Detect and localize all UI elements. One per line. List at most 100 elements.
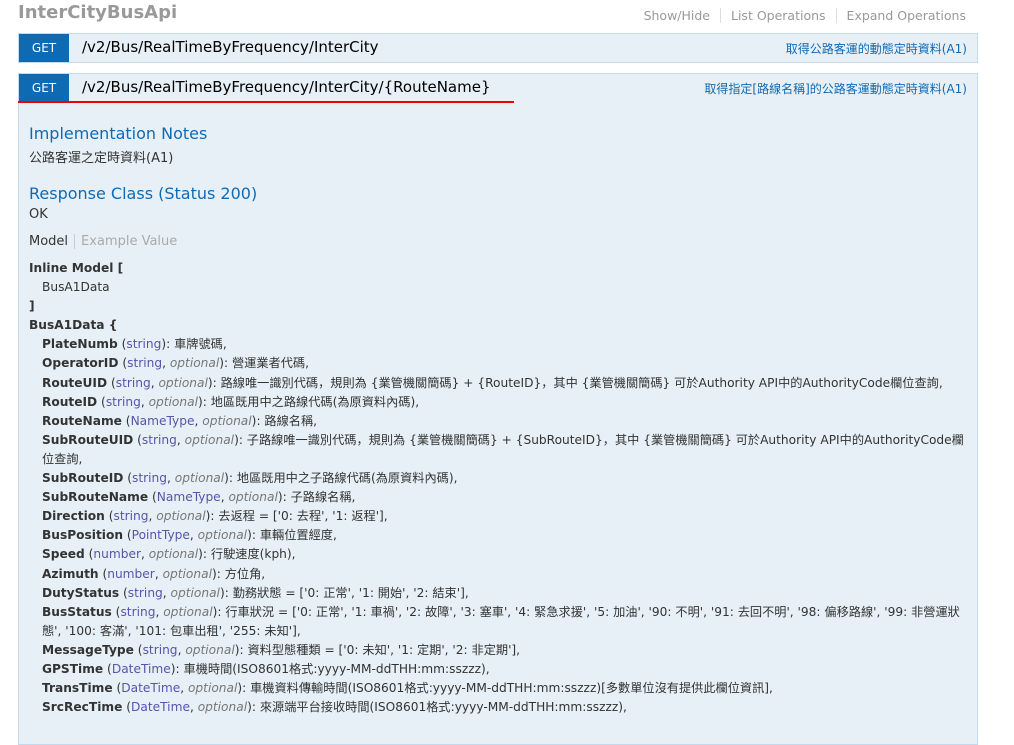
- response-class-text: OK: [29, 207, 48, 222]
- property-name: TransTime: [42, 681, 113, 696]
- property-type: string: [127, 356, 163, 371]
- property-optional: optional: [228, 490, 278, 505]
- property-description: : 方位角,: [216, 566, 266, 581]
- model-property: GPSTime (DateTime): 車機時間(ISO8601格式:yyyy-…: [42, 661, 490, 676]
- property-list: PlateNumb (string): 車牌號碼, OperatorID (str…: [29, 335, 969, 717]
- model-property: RouteUID (string, optional): 路線唯一識別代碼，規則…: [42, 375, 943, 390]
- property-optional: optional: [169, 356, 220, 371]
- model-property: OperatorID (string, optional): 營運業者代碼,: [42, 356, 309, 371]
- model-property: SubRouteUID (string, optional): 子路線唯一識別代…: [42, 432, 964, 466]
- model-property: Azimuth (number, optional): 方位角,: [42, 566, 266, 581]
- property-description: : 行駛速度(kph),: [202, 547, 296, 562]
- operation-path[interactable]: /v2/Bus/RealTimeByFrequency/InterCity: [82, 38, 379, 56]
- property-type: string: [105, 394, 141, 409]
- property-type: string: [132, 471, 167, 486]
- property-type: DateTime: [111, 661, 171, 676]
- property-type: string: [115, 375, 151, 390]
- property-description: : 子路線唯一識別代碼，規則為 {業管機關簡碼} + {SubRouteID}，…: [42, 432, 964, 466]
- property-optional: optional: [156, 509, 206, 524]
- operation-header[interactable]: GET /v2/Bus/RealTimeByFrequency/InterCit…: [19, 74, 977, 102]
- model-property: RouteName (NameType, optional): 路線名稱,: [42, 413, 318, 428]
- property-description: : 營運業者代碼,: [224, 356, 309, 371]
- property-description: : 路線唯一識別代碼，規則為 {業管機關簡碼} + {RouteID}，其中 {…: [212, 375, 943, 390]
- property-type: string: [113, 509, 149, 524]
- property-type: string: [141, 432, 177, 447]
- inline-model-open: Inline Model [: [29, 261, 124, 275]
- model-property: SubRouteID (string, optional): 地區既用中之子路線…: [42, 471, 458, 486]
- operation-summary[interactable]: 取得指定[路線名稱]的公路客運動態定時資料(A1): [704, 80, 967, 97]
- property-type: string: [120, 604, 156, 619]
- property-name: SrcRecTime: [42, 700, 123, 715]
- tab-example-value[interactable]: Example Value: [75, 234, 177, 249]
- property-name: RouteUID: [42, 375, 108, 390]
- model-property: TransTime (DateTime, optional): 車機資料傳輸時間…: [42, 681, 773, 696]
- property-optional: optional: [187, 681, 238, 696]
- show-hide-link[interactable]: Show/Hide: [634, 8, 720, 23]
- property-optional: optional: [162, 566, 212, 581]
- property-name: SubRouteID: [42, 471, 124, 486]
- property-optional: optional: [197, 528, 248, 543]
- operation-path[interactable]: /v2/Bus/RealTimeByFrequency/InterCity/{R…: [82, 78, 491, 96]
- implementation-notes-text: 公路客運之定時資料(A1): [29, 151, 174, 166]
- property-name: RouteName: [42, 413, 122, 428]
- property-name: RouteID: [42, 394, 98, 409]
- property-optional: optional: [158, 375, 208, 390]
- model-property: Direction (string, optional): 去返程 = ['0:…: [42, 509, 388, 524]
- operation-summary[interactable]: 取得公路客運的動態定時資料(A1): [786, 40, 967, 57]
- property-optional: optional: [197, 700, 248, 715]
- property-optional: optional: [148, 394, 198, 409]
- property-description: : 勤務狀態 = ['0: 正常', '1: 開始', '2: 結束'],: [224, 585, 469, 600]
- inline-model-item: BusA1Data: [42, 280, 110, 295]
- property-optional: optional: [163, 604, 213, 619]
- property-name: Azimuth: [42, 566, 99, 581]
- operation-intercity-routename: GET /v2/Bus/RealTimeByFrequency/InterCit…: [18, 73, 978, 745]
- property-type: NameType: [156, 490, 221, 505]
- property-name: BusPosition: [42, 528, 124, 543]
- model-property: PlateNumb (string): 車牌號碼,: [42, 337, 227, 352]
- property-name: PlateNumb: [42, 337, 118, 352]
- property-description: : 資料型態種類 = ['0: 未知', '1: 定期', '2: 非定期'],: [239, 642, 521, 657]
- model-property: DutyStatus (string, optional): 勤務狀態 = ['…: [42, 585, 469, 600]
- property-description: : 子路線名稱,: [282, 490, 356, 505]
- http-verb-badge[interactable]: GET: [19, 74, 69, 102]
- model-property: BusStatus (string, optional): 行車狀況 = ['0…: [42, 604, 960, 638]
- property-type: number: [93, 547, 141, 562]
- property-description: : 地區既用中之子路線代碼(為原資料內碼),: [228, 471, 458, 486]
- property-type: string: [126, 337, 162, 352]
- property-name: Speed: [42, 547, 85, 562]
- property-description: : 去返程 = ['0: 去程', '1: 返程'],: [210, 509, 388, 524]
- property-optional: optional: [174, 471, 225, 486]
- operation-header[interactable]: GET /v2/Bus/RealTimeByFrequency/InterCit…: [19, 34, 977, 62]
- property-optional: optional: [202, 413, 252, 428]
- response-class-title: Response Class (Status 200): [29, 184, 258, 203]
- property-name: DutyStatus: [42, 585, 120, 600]
- property-description: : 車輛位置經度,: [251, 528, 337, 543]
- expand-operations-link[interactable]: Expand Operations: [835, 8, 966, 23]
- property-type: NameType: [130, 413, 195, 428]
- operation-details: Implementation Notes 公路客運之定時資料(A1) Respo…: [29, 124, 969, 717]
- property-description: : 來源端平台接收時間(ISO8601格式:yyyy-MM-ddTHH:mm:s…: [251, 700, 627, 715]
- operation-intercity[interactable]: GET /v2/Bus/RealTimeByFrequency/InterCit…: [18, 33, 978, 63]
- api-title[interactable]: InterCityBusApi: [18, 2, 177, 23]
- tab-model[interactable]: Model: [29, 234, 76, 249]
- property-type: string: [142, 642, 178, 657]
- model-property: SrcRecTime (DateTime, optional): 來源端平台接收…: [42, 700, 627, 715]
- model-schema: Inline Model [ BusA1Data ] BusA1Data { P…: [29, 259, 969, 717]
- property-type: DateTime: [121, 681, 181, 696]
- property-name: BusStatus: [42, 604, 112, 619]
- property-name: GPSTime: [42, 661, 104, 676]
- property-name: OperatorID: [42, 356, 119, 371]
- model-property: Speed (number, optional): 行駛速度(kph),: [42, 547, 296, 562]
- property-name: MessageType: [42, 642, 134, 657]
- model-tabs: Model Example Value: [29, 234, 969, 249]
- model-property: MessageType (string, optional): 資料型態種類 =…: [42, 642, 521, 657]
- list-operations-link[interactable]: List Operations: [720, 8, 836, 23]
- header-links: Show/Hide List Operations Expand Operati…: [634, 8, 966, 23]
- model-property: RouteID (string, optional): 地區既用中之路線代碼(為…: [42, 394, 420, 409]
- http-verb-badge[interactable]: GET: [19, 34, 69, 62]
- property-type: string: [127, 585, 163, 600]
- property-optional: optional: [185, 642, 235, 657]
- property-optional: optional: [184, 432, 235, 447]
- inline-model-close: ]: [29, 299, 35, 314]
- model-property: SubRouteName (NameType, optional): 子路線名稱…: [42, 490, 356, 505]
